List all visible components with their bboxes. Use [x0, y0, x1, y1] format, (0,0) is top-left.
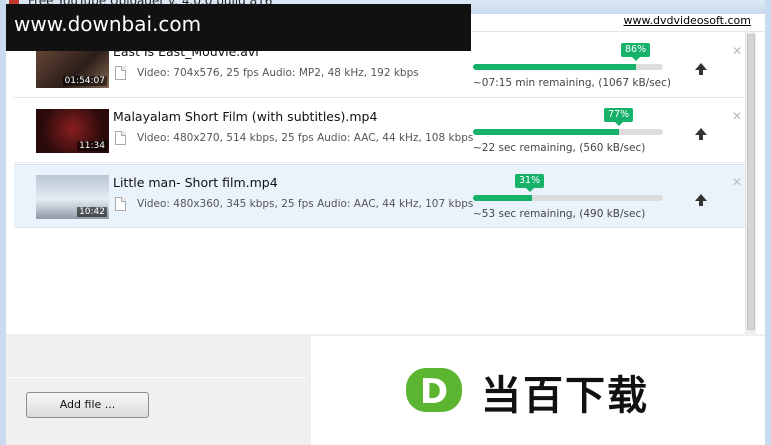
- logo-letter: D: [420, 372, 448, 412]
- upload-arrow-icon[interactable]: [694, 62, 708, 76]
- vertical-scrollbar[interactable]: [745, 32, 756, 334]
- progress-percent-badge: 77%: [604, 108, 634, 126]
- bottom-divider: [6, 377, 306, 378]
- upload-status: ~53 sec remaining, (490 kB/sec): [473, 208, 646, 220]
- video-duration: 10:42: [77, 207, 107, 217]
- watermark-text: www.downbai.com: [14, 12, 202, 36]
- app-window: Free YouTube Uploader v. 4.0.0 build 816…: [0, 0, 771, 445]
- video-info: Video: 704x576, 25 fps Audio: MP2, 48 kH…: [137, 67, 419, 79]
- upload-status: ~07:15 min remaining, (1067 kB/sec): [473, 77, 672, 89]
- video-thumbnail: 11:34: [36, 109, 109, 153]
- progress-bar: [473, 64, 663, 70]
- document-icon: [115, 197, 126, 211]
- video-info: Video: 480x270, 514 kbps, 25 fps Audio: …: [137, 132, 474, 144]
- add-file-button[interactable]: Add file ...: [26, 392, 149, 418]
- close-icon[interactable]: ✕: [732, 44, 742, 58]
- logo-d-icon: D: [406, 368, 462, 412]
- close-icon[interactable]: ✕: [732, 175, 742, 189]
- upload-arrow-icon[interactable]: [694, 193, 708, 207]
- upload-arrow-icon[interactable]: [694, 127, 708, 141]
- upload-list: 01:54:07 East Is East_Mouvie.avi Video: …: [6, 32, 754, 334]
- progress-percent-badge: 31%: [515, 174, 545, 192]
- document-icon: [115, 66, 126, 80]
- close-icon[interactable]: ✕: [732, 109, 742, 123]
- scrollbar-thumb[interactable]: [747, 34, 755, 330]
- file-name: Malayalam Short Film (with subtitles).mp…: [113, 109, 378, 124]
- logo-text: 当百下载: [481, 373, 649, 419]
- progress-fill: [473, 64, 637, 70]
- file-name: Little man- Short film.mp4: [113, 175, 278, 190]
- site-logo-overlay: D 当百下载: [311, 336, 765, 445]
- video-info: Video: 480x360, 345 kbps, 25 fps Audio: …: [137, 198, 474, 210]
- progress-fill: [473, 195, 532, 201]
- video-duration: 11:34: [77, 141, 107, 151]
- list-item[interactable]: 11:34 Malayalam Short Film (with subtitl…: [14, 99, 754, 163]
- video-thumbnail: 10:42: [36, 175, 109, 219]
- dvdvideosoft-link[interactable]: www.dvdvideosoft.com: [624, 14, 751, 27]
- progress-bar: [473, 195, 663, 201]
- progress-fill: [473, 129, 620, 135]
- video-duration: 01:54:07: [62, 76, 107, 86]
- watermark-banner: www.downbai.com: [6, 4, 471, 51]
- progress-bar: [473, 129, 663, 135]
- upload-status: ~22 sec remaining, (560 kB/sec): [473, 142, 646, 154]
- list-item-selected[interactable]: 10:42 Little man- Short film.mp4 Video: …: [14, 164, 754, 228]
- document-icon: [115, 131, 126, 145]
- progress-percent-badge: 86%: [621, 43, 651, 61]
